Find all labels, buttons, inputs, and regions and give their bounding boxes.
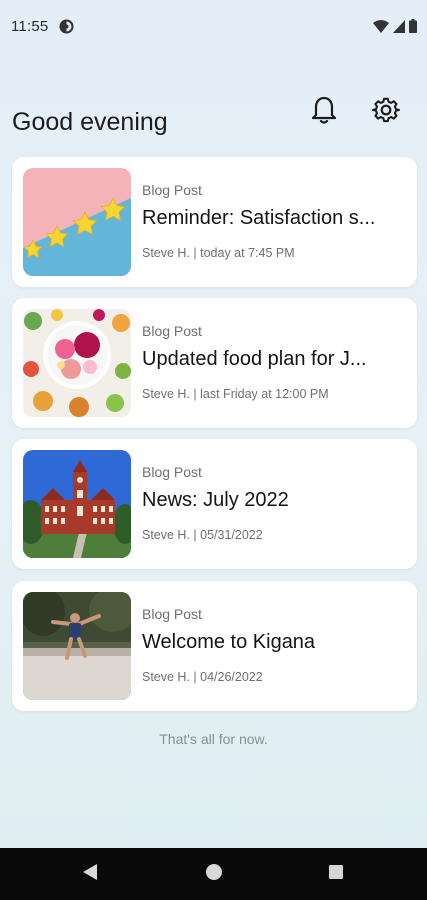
post-category: Blog Post xyxy=(142,323,202,339)
post-category: Blog Post xyxy=(142,464,202,480)
cell-signal-icon xyxy=(393,19,405,38)
post-card[interactable]: Blog Post News: July 2022 Steve H. | 05/… xyxy=(12,439,417,569)
home-button[interactable] xyxy=(202,862,226,886)
post-title: Welcome to Kigana xyxy=(142,631,316,653)
post-title: News: July 2022 xyxy=(142,489,289,511)
system-nav-bar xyxy=(0,848,427,900)
battery-icon xyxy=(409,19,417,38)
post-title: Updated food plan for J... xyxy=(142,348,367,370)
back-triangle-icon xyxy=(82,863,98,886)
bell-icon xyxy=(310,95,338,130)
post-meta: Steve H. | 04/26/2022 xyxy=(142,670,263,684)
status-bar: 11:55 xyxy=(0,0,427,54)
wifi-icon xyxy=(373,19,389,38)
post-meta: Steve H. | last Friday at 12:00 PM xyxy=(142,387,329,401)
post-thumbnail-building xyxy=(23,450,131,558)
greeting-title: Good evening xyxy=(12,108,168,136)
status-indicators xyxy=(373,19,417,38)
notifications-button[interactable] xyxy=(306,94,342,130)
end-of-list-message: That's all for now. xyxy=(159,731,268,747)
post-card[interactable]: Blog Post Reminder: Satisfaction s... St… xyxy=(12,157,417,287)
post-card[interactable]: Blog Post Welcome to Kigana Steve H. | 0… xyxy=(12,581,417,711)
post-meta: Steve H. | 05/31/2022 xyxy=(142,528,263,542)
post-title: Reminder: Satisfaction s... xyxy=(142,207,376,229)
post-card[interactable]: Blog Post Updated food plan for J... Ste… xyxy=(12,298,417,428)
recents-square-icon xyxy=(328,864,344,885)
status-time: 11:55 xyxy=(11,18,49,35)
post-meta: Steve H. | today at 7:45 PM xyxy=(142,246,295,260)
post-category: Blog Post xyxy=(142,182,202,198)
app-notification-icon xyxy=(59,19,74,34)
settings-button[interactable] xyxy=(368,94,404,130)
back-button[interactable] xyxy=(78,862,102,886)
recents-button[interactable] xyxy=(324,862,348,886)
post-thumbnail-stars xyxy=(23,168,131,276)
post-thumbnail-food xyxy=(23,309,131,417)
home-circle-icon xyxy=(205,863,223,886)
post-category: Blog Post xyxy=(142,606,202,622)
post-thumbnail-runner xyxy=(23,592,131,700)
gear-icon xyxy=(371,96,400,129)
